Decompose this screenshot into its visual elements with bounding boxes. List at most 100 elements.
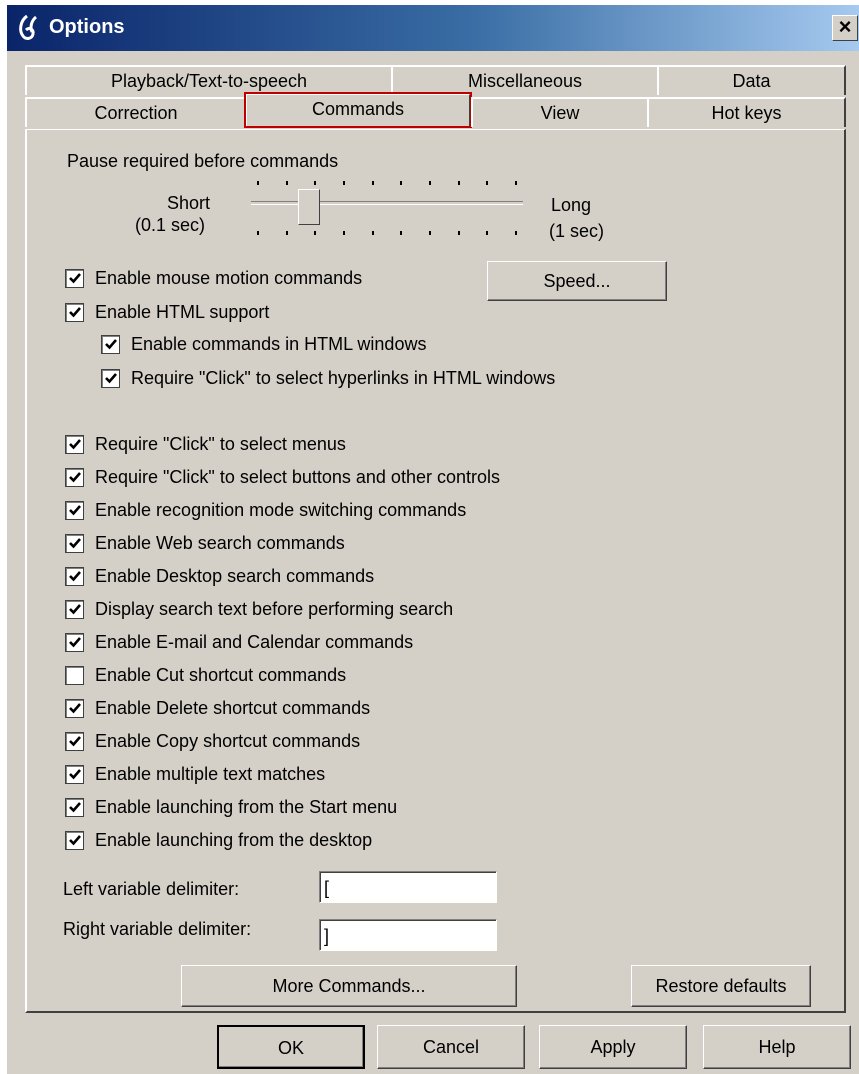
window-title: Options [49,16,125,38]
tab-label: View [540,103,580,123]
pause-heading: Pause required before commands [67,151,339,171]
slider-tick [429,231,431,235]
checkbox-label[interactable]: Require "Click" to select buttons and ot… [95,467,500,488]
slider-tick [515,231,517,235]
checkmark-icon [69,571,81,582]
slider-tick [285,181,288,185]
tab-label: Correction [94,103,178,123]
checkbox-label[interactable]: Enable launching from the Start menu [95,797,397,818]
right-delimiter-input[interactable]: ] [319,919,497,951]
slider-tick [371,181,374,185]
right-delimiter-label: Right variable delimiter: [63,919,252,939]
checkbox-label[interactable]: Enable mouse motion commands [95,268,362,289]
tab-label: Data [732,71,771,91]
slider-tick [457,231,460,235]
checkmark-icon [69,472,81,483]
tab-playback-text-to-speech[interactable]: Playback/Text-to-speech [25,65,393,95]
apply-button[interactable]: Apply [539,1025,687,1069]
tab-commands[interactable]: Commands [244,92,472,128]
checkbox[interactable] [65,699,84,718]
slider-tick [257,231,259,235]
tab-label: Miscellaneous [467,71,583,91]
left-delimiter-input[interactable]: [ [319,871,497,903]
checkmark-icon [69,538,81,549]
tab-label: Playback/Text-to-speech [110,71,308,91]
slider-tick [486,231,489,235]
pause-slider-thumb[interactable] [297,189,320,225]
slider-tick [429,181,431,185]
restore-defaults-label: Restore defaults [655,976,787,996]
checkbox-label[interactable]: Enable recognition mode switching comman… [95,500,466,521]
slider-tick [257,181,259,185]
checkbox[interactable] [65,501,84,520]
checkbox[interactable] [65,303,84,322]
checkbox-label[interactable]: Enable E-mail and Calendar commands [95,632,413,653]
speed-button[interactable]: Speed... [487,261,667,301]
checkbox[interactable] [65,567,84,586]
checkmark-icon [69,637,81,648]
short-label: Short [167,193,211,213]
checkbox[interactable] [101,335,120,354]
checkbox-label[interactable]: Enable HTML support [95,302,269,323]
slider-tick [400,231,403,235]
checkbox-label[interactable]: Enable Cut shortcut commands [95,665,346,686]
cancel-button[interactable]: Cancel [377,1025,525,1069]
apply-label: Apply [590,1037,636,1057]
slider-tick [314,181,317,185]
title-bar[interactable]: Options × [7,5,859,51]
checkbox-label[interactable]: Enable Desktop search commands [95,566,374,587]
checkbox-label[interactable]: Enable Web search commands [95,533,345,554]
checkbox[interactable] [65,600,84,619]
checkmark-icon [105,339,117,350]
checkbox-label[interactable]: Enable launching from the desktop [95,830,372,851]
checkbox[interactable] [65,633,84,652]
long-value: (1 sec) [549,221,605,241]
short-value: (0.1 sec) [135,215,206,235]
options-dialog: Options × Playback/Text-to-speech Miscel… [6,4,859,1074]
more-commands-label: More Commands... [272,976,426,996]
slider-tick [515,181,517,185]
checkbox[interactable] [65,468,84,487]
checkmark-icon [69,835,81,846]
pause-slider-track[interactable] [251,201,523,205]
restore-defaults-button[interactable]: Restore defaults [631,965,811,1007]
slider-tick [343,231,345,235]
tab-view[interactable]: View [471,97,649,127]
checkbox[interactable] [101,369,120,388]
help-button[interactable]: Help [703,1025,851,1069]
checkbox-label[interactable]: Require "Click" to select menus [95,434,346,455]
checkmark-icon [69,505,81,516]
tab-data[interactable]: Data [657,65,846,95]
checkbox-label[interactable]: Enable Copy shortcut commands [95,731,360,752]
tab-correction[interactable]: Correction [25,97,247,127]
tab-miscellaneous[interactable]: Miscellaneous [391,65,659,95]
close-icon: × [838,14,852,39]
checkbox-label[interactable]: Display search text before performing se… [95,599,453,620]
checkmark-icon [69,307,81,318]
more-commands-button[interactable]: More Commands... [181,965,517,1007]
checkbox-label[interactable]: Enable multiple text matches [95,764,325,785]
checkmark-icon [69,802,81,813]
checkbox[interactable] [65,732,84,751]
checkbox[interactable] [65,435,84,454]
cancel-label: Cancel [422,1037,480,1057]
slider-tick [285,231,288,235]
checkbox[interactable] [65,534,84,553]
slider-tick [486,181,489,185]
checkbox[interactable] [65,666,84,685]
long-label: Long [551,195,592,215]
checkbox[interactable] [65,765,84,784]
close-button[interactable]: × [832,15,858,41]
left-delimiter-value: [ [324,878,330,898]
checkbox-label[interactable]: Enable commands in HTML windows [131,334,426,355]
checkbox-label[interactable]: Require "Click" to select hyperlinks in … [131,368,555,389]
checkbox[interactable] [65,798,84,817]
slider-tick [457,181,460,185]
checkbox[interactable] [65,269,84,288]
tab-hot-keys[interactable]: Hot keys [647,97,846,127]
ok-button[interactable]: OK [217,1025,365,1069]
checkmark-icon [69,736,81,747]
checkbox-label[interactable]: Enable Delete shortcut commands [95,698,370,719]
checkbox[interactable] [65,831,84,850]
checkmark-icon [69,439,81,450]
